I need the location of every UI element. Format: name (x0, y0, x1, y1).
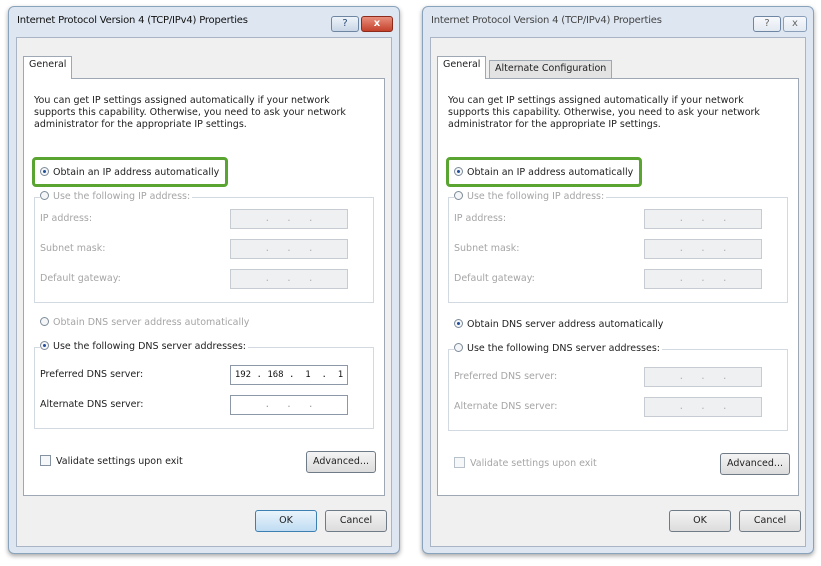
radio-unselected-icon (40, 191, 49, 200)
default-gateway-field[interactable]: . . . (644, 269, 762, 289)
default-gateway-label: Default gateway: (40, 273, 121, 284)
tab-general[interactable]: General (437, 56, 487, 79)
ok-button[interactable]: OK (669, 510, 731, 532)
checkbox-icon (40, 455, 51, 466)
alternate-dns-field[interactable]: . . . (230, 395, 348, 415)
radio-unselected-icon (454, 191, 463, 200)
radio-use-following-dns[interactable]: Use the following DNS server addresses: (40, 341, 248, 352)
ip-address-label: IP address: (454, 213, 507, 224)
validate-settings-checkbox[interactable]: Validate settings upon exit (40, 455, 183, 467)
default-gateway-field[interactable]: . . . (230, 269, 348, 289)
preferred-dns-label: Preferred DNS server: (454, 371, 558, 382)
subnet-mask-field[interactable]: . . . (644, 239, 762, 259)
close-button[interactable]: x (783, 16, 807, 32)
radio-use-following-ip[interactable]: Use the following IP address: (40, 191, 193, 202)
alternate-dns-label: Alternate DNS server: (40, 399, 144, 410)
intro-text: You can get IP settings assigned automat… (448, 95, 760, 130)
preferred-dns-field[interactable]: 192 . 168 . 1 . 1 (230, 365, 348, 385)
radio-obtain-ip-automatically[interactable]: Obtain an IP address automatically (40, 167, 219, 178)
general-tab-panel: You can get IP settings assigned automat… (437, 78, 799, 496)
alternate-dns-label: Alternate DNS server: (454, 401, 558, 412)
general-tab-panel: You can get IP settings assigned automat… (23, 78, 385, 496)
radio-label: Obtain an IP address automatically (467, 167, 634, 178)
radio-selected-icon (40, 167, 49, 176)
ip-address-label: IP address: (40, 213, 93, 224)
dialog-body: General Alternate Configuration You can … (430, 37, 806, 547)
cancel-button[interactable]: Cancel (325, 510, 387, 532)
alternate-dns-field[interactable]: . . . (644, 397, 762, 417)
radio-selected-icon (40, 341, 49, 350)
tab-general[interactable]: General (23, 56, 73, 79)
radio-label: Use the following IP address: (467, 191, 605, 202)
radio-unselected-icon (40, 317, 49, 326)
ip-address-field[interactable]: . . . (644, 209, 762, 229)
checkbox-icon (454, 457, 465, 468)
cancel-button[interactable]: Cancel (739, 510, 801, 532)
help-button[interactable]: ? (331, 16, 359, 32)
intro-text: You can get IP settings assigned automat… (34, 95, 346, 130)
advanced-button[interactable]: Advanced... (306, 451, 376, 473)
default-gateway-label: Default gateway: (454, 273, 535, 284)
radio-label: Use the following DNS server addresses: (53, 341, 246, 352)
radio-obtain-dns-automatically[interactable]: Obtain DNS server address automatically (454, 319, 663, 330)
radio-label: Obtain an IP address automatically (53, 167, 220, 178)
dialog-body: General You can get IP settings assigned… (16, 37, 392, 547)
radio-use-following-dns[interactable]: Use the following DNS server addresses: (454, 343, 662, 354)
window-title: Internet Protocol Version 4 (TCP/IPv4) P… (17, 15, 248, 26)
checkbox-label: Validate settings upon exit (56, 456, 183, 467)
dns-address-group (448, 349, 788, 431)
subnet-mask-label: Subnet mask: (40, 243, 106, 254)
title-bar[interactable]: Internet Protocol Version 4 (TCP/IPv4) P… (9, 7, 399, 35)
radio-unselected-icon (454, 343, 463, 352)
subnet-mask-label: Subnet mask: (454, 243, 520, 254)
help-button[interactable]: ? (753, 16, 781, 32)
ok-button[interactable]: OK (255, 510, 317, 532)
radio-label: Use the following IP address: (53, 191, 191, 202)
radio-obtain-dns-automatically[interactable]: Obtain DNS server address automatically (40, 317, 249, 328)
ipv4-properties-dialog-automatic: Internet Protocol Version 4 (TCP/IPv4) P… (422, 6, 814, 554)
title-bar[interactable]: Internet Protocol Version 4 (TCP/IPv4) P… (423, 7, 813, 35)
dns-address-group (34, 347, 374, 429)
advanced-button[interactable]: Advanced... (720, 453, 790, 475)
radio-label: Obtain DNS server address automatically (467, 319, 664, 330)
ipv4-properties-dialog-manual-dns: Internet Protocol Version 4 (TCP/IPv4) P… (8, 6, 400, 554)
radio-label: Obtain DNS server address automatically (53, 317, 250, 328)
radio-label: Use the following DNS server addresses: (467, 343, 660, 354)
subnet-mask-field[interactable]: . . . (230, 239, 348, 259)
validate-settings-checkbox[interactable]: Validate settings upon exit (454, 457, 597, 469)
radio-selected-icon (454, 167, 463, 176)
radio-selected-icon (454, 319, 463, 328)
checkbox-label: Validate settings upon exit (470, 458, 597, 469)
close-button[interactable]: x (361, 16, 393, 32)
tab-alternate-configuration[interactable]: Alternate Configuration (489, 60, 613, 78)
radio-obtain-ip-automatically[interactable]: Obtain an IP address automatically (454, 167, 633, 178)
preferred-dns-label: Preferred DNS server: (40, 369, 144, 380)
window-title: Internet Protocol Version 4 (TCP/IPv4) P… (431, 15, 662, 26)
preferred-dns-field[interactable]: . . . (644, 367, 762, 387)
radio-use-following-ip[interactable]: Use the following IP address: (454, 191, 607, 202)
ip-address-field[interactable]: . . . (230, 209, 348, 229)
